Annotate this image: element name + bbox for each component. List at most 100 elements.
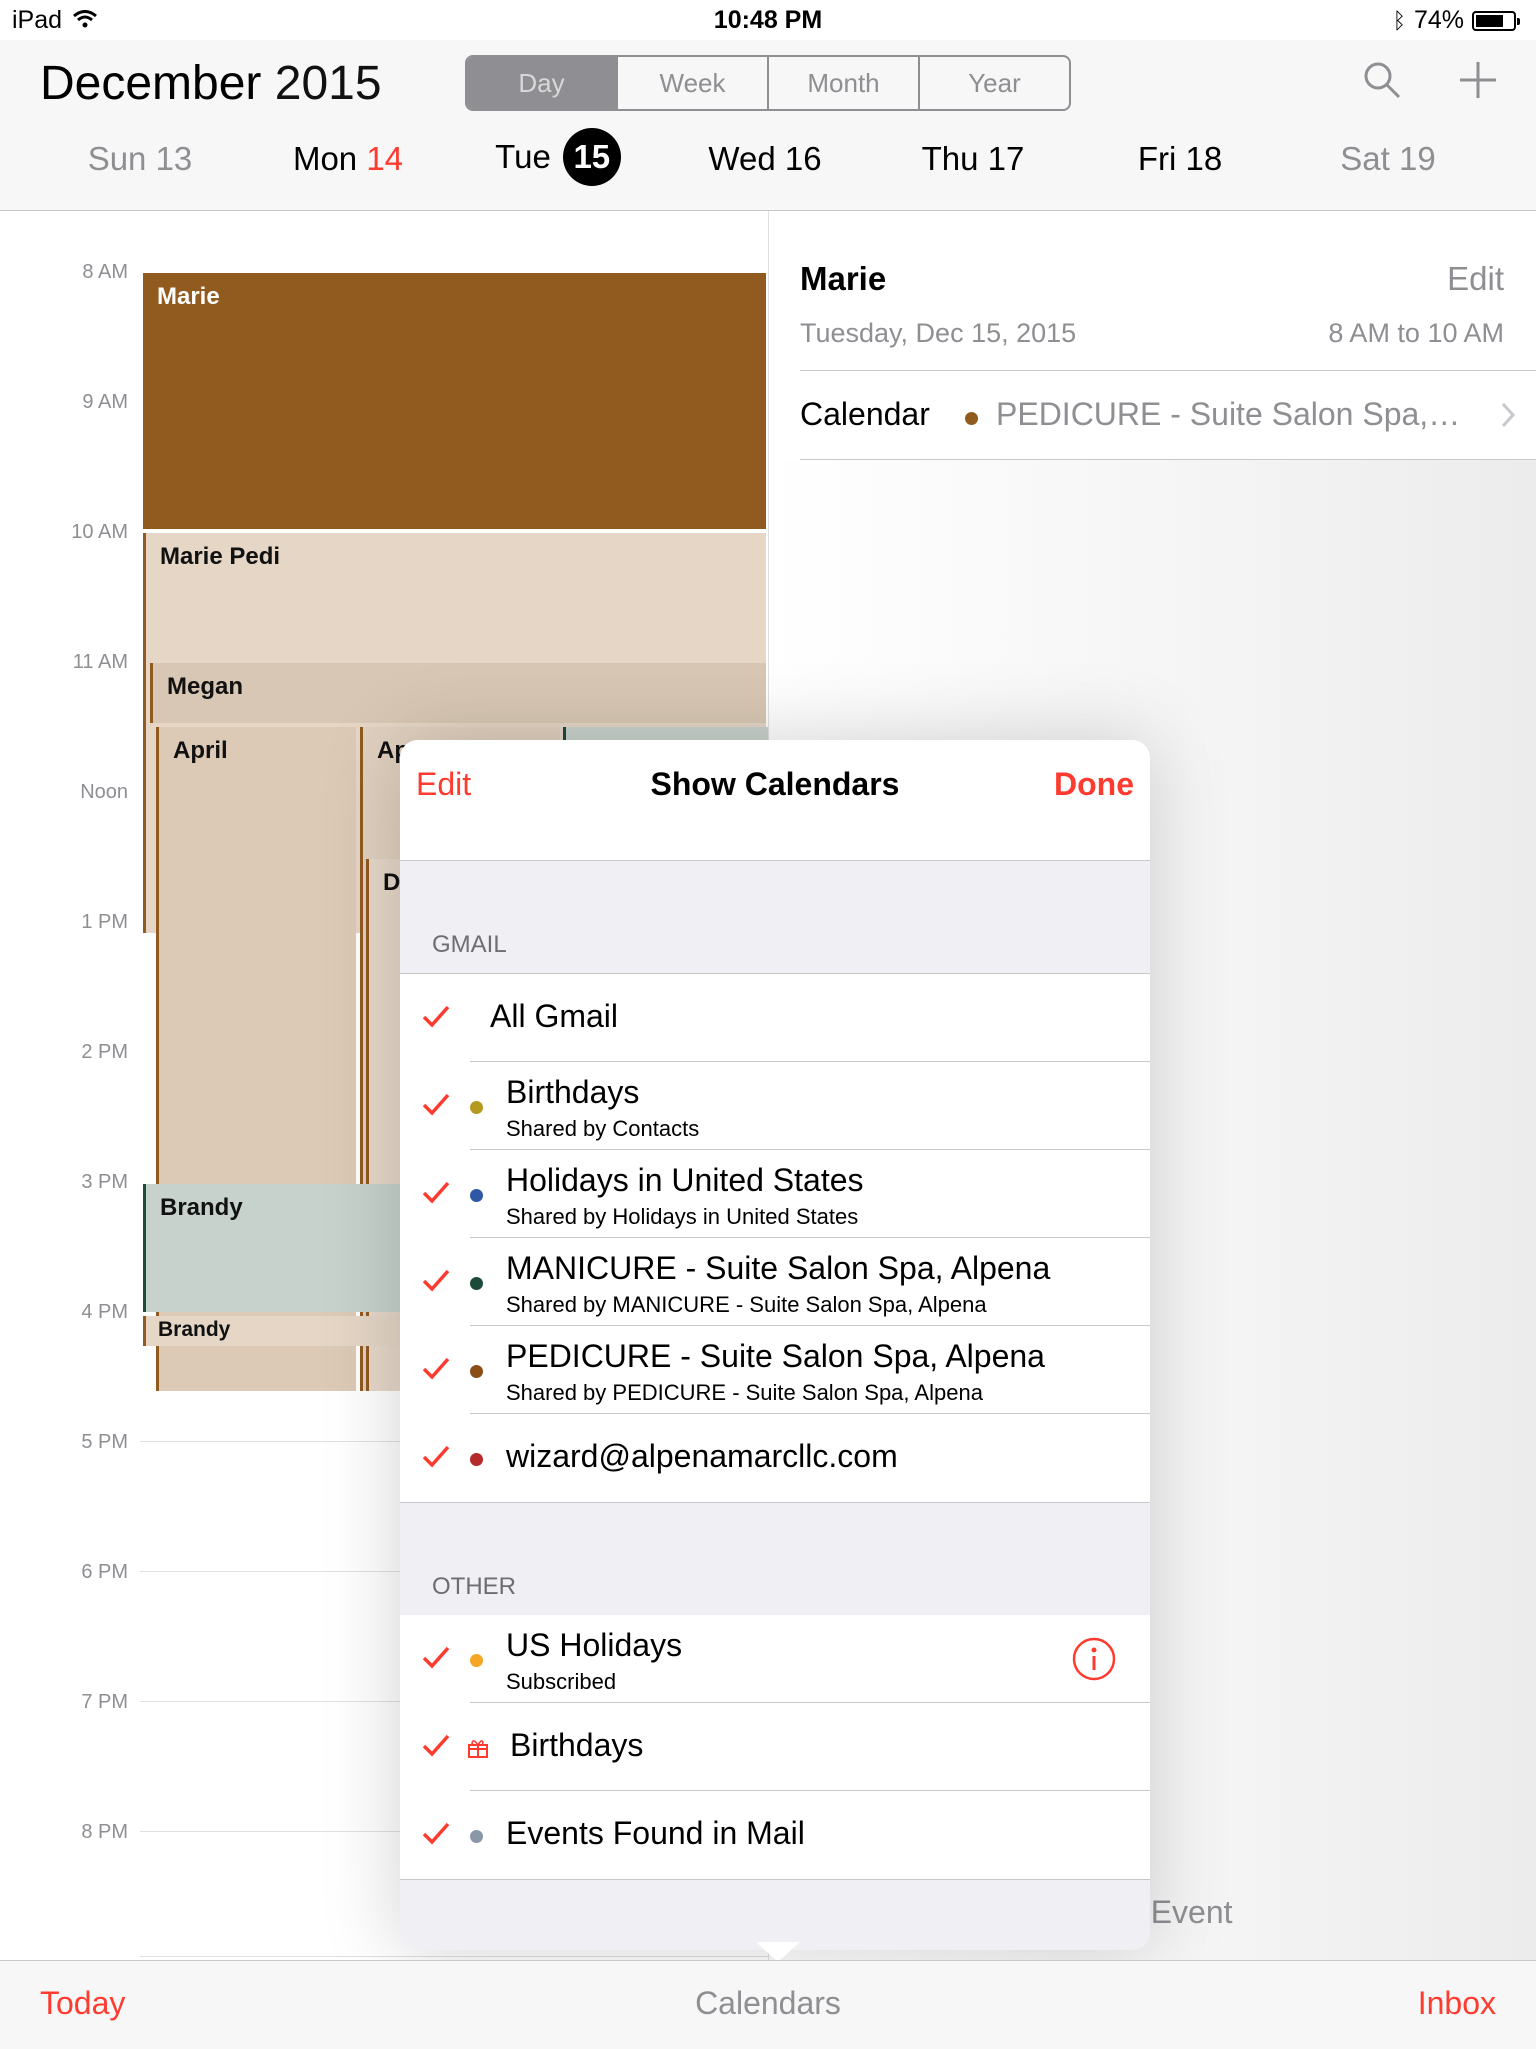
edit-event-button[interactable]: Edit bbox=[1447, 260, 1504, 298]
divider bbox=[800, 459, 1536, 460]
hour-label: 4 PM bbox=[81, 1301, 128, 1323]
info-icon[interactable] bbox=[1072, 1637, 1116, 1681]
status-time: 10:48 PM bbox=[713, 6, 823, 34]
day-mon[interactable]: Mon 14 bbox=[268, 140, 428, 178]
popover-footer bbox=[400, 1879, 1150, 1950]
calendar-title: Birthdays bbox=[506, 1074, 640, 1110]
checkmark-icon bbox=[422, 1093, 450, 1116]
checkmark-icon bbox=[422, 1269, 450, 1292]
calendar-title: All Gmail bbox=[490, 998, 619, 1034]
popover-title: Show Calendars bbox=[650, 766, 900, 802]
calendar-row-holidays[interactable]: Holidays in United States Shared by Holi… bbox=[400, 1150, 1150, 1238]
hour-label: 6 PM bbox=[81, 1561, 128, 1583]
month-name: December bbox=[40, 57, 262, 110]
hour-label: 11 AM bbox=[72, 651, 128, 673]
calendar-title: MANICURE - Suite Salon Spa, Alpena bbox=[506, 1250, 1051, 1286]
calendar-row-all-gmail[interactable]: All Gmail bbox=[400, 974, 1150, 1062]
segment-year[interactable]: Year bbox=[918, 57, 1069, 109]
calendar-subtitle: Shared by MANICURE - Suite Salon Spa, Al… bbox=[506, 1292, 987, 1317]
calendar-title: US Holidays bbox=[506, 1627, 683, 1663]
section-label: GMAIL bbox=[432, 931, 507, 958]
calendar-title: Events Found in Mail bbox=[506, 1815, 805, 1851]
section-label: OTHER bbox=[432, 1573, 516, 1600]
calendar-title: Holidays in United States bbox=[506, 1162, 864, 1198]
calendar-row[interactable]: Calendar PEDICURE - Suite Salon Spa,… bbox=[800, 372, 1536, 460]
calendar-color-dot bbox=[470, 1101, 483, 1114]
calendar-row-us-holidays[interactable]: US Holidays Subscribed bbox=[400, 1615, 1150, 1703]
year-label: 2015 bbox=[274, 57, 382, 110]
search-icon[interactable] bbox=[1362, 60, 1402, 100]
detail-title: Marie bbox=[800, 260, 887, 297]
hour-line bbox=[140, 1956, 768, 1957]
calendar-color-dot bbox=[470, 1189, 483, 1202]
bottom-toolbar: Today Calendars Inbox bbox=[0, 1960, 1536, 2049]
calendar-subtitle: Shared by Contacts bbox=[506, 1116, 700, 1141]
checkmark-icon bbox=[422, 1357, 450, 1380]
hour-label: 2 PM bbox=[81, 1041, 128, 1063]
checkmark-icon bbox=[422, 1646, 450, 1669]
calendar-header: December 2015 Day Week Month Year Sun 13… bbox=[0, 40, 1536, 211]
calendar-title: wizard@alpenamarcllc.com bbox=[506, 1438, 898, 1474]
segment-day[interactable]: Day bbox=[467, 57, 616, 109]
calendar-row-pedicure[interactable]: PEDICURE - Suite Salon Spa, Alpena Share… bbox=[400, 1326, 1150, 1414]
hour-label: 3 PM bbox=[81, 1171, 128, 1193]
event-brandy-manicure[interactable]: Brandy bbox=[143, 1184, 403, 1312]
calendar-row-birthdays-other[interactable]: Birthdays bbox=[400, 1703, 1150, 1791]
calendar-color-dot bbox=[470, 1453, 483, 1466]
calendar-row-birthdays[interactable]: Birthdays Shared by Contacts bbox=[400, 1062, 1150, 1150]
calendar-color-dot bbox=[470, 1365, 483, 1378]
checkmark-icon bbox=[422, 1005, 450, 1028]
hour-label: 9 AM bbox=[82, 391, 128, 413]
hour-label: Noon bbox=[80, 781, 128, 803]
hour-label: 1 PM bbox=[81, 911, 128, 933]
status-bar: iPad 10:48 PM ᛒ 74% bbox=[0, 0, 1536, 40]
calendar-subtitle: Shared by Holidays in United States bbox=[506, 1204, 859, 1229]
day-thu[interactable]: Thu 17 bbox=[893, 140, 1053, 178]
calendar-row-manicure[interactable]: MANICURE - Suite Salon Spa, Alpena Share… bbox=[400, 1238, 1150, 1326]
event-megan[interactable]: Megan bbox=[150, 663, 766, 723]
calendar-color-dot bbox=[470, 1277, 483, 1290]
event-brandy-pedicure[interactable]: Brandy bbox=[143, 1316, 403, 1346]
add-icon[interactable] bbox=[1458, 60, 1498, 100]
detail-time: 8 AM to 10 AM bbox=[1328, 318, 1504, 348]
popover-done-button[interactable]: Done bbox=[1054, 766, 1134, 803]
chevron-right-icon bbox=[1501, 402, 1516, 428]
month-title[interactable]: December 2015 bbox=[40, 56, 382, 111]
segment-month[interactable]: Month bbox=[767, 57, 918, 109]
popover-header: Edit Show Calendars Done bbox=[400, 740, 1150, 829]
scrolled-row-remnant bbox=[400, 828, 1150, 861]
segment-week[interactable]: Week bbox=[616, 57, 767, 109]
calendar-title: Birthdays bbox=[510, 1727, 644, 1763]
checkmark-icon bbox=[422, 1445, 450, 1468]
popover-arrow bbox=[756, 1942, 800, 1962]
calendar-title: PEDICURE - Suite Salon Spa, Alpena bbox=[506, 1338, 1045, 1374]
calendar-row-wizard[interactable]: wizard@alpenamarcllc.com bbox=[400, 1414, 1150, 1502]
hour-label: 8 AM bbox=[82, 261, 128, 283]
day-sun[interactable]: Sun 13 bbox=[60, 140, 220, 178]
calendar-subtitle: Shared by PEDICURE - Suite Salon Spa, Al… bbox=[506, 1380, 983, 1405]
week-strip: Sun 13 Mon 14 Tue 15 Wed 16 Thu 17 Fri 18… bbox=[0, 128, 1536, 200]
bluetooth-icon: ᛒ bbox=[1392, 7, 1406, 33]
checkmark-icon bbox=[422, 1181, 450, 1204]
calendar-label: Calendar bbox=[800, 396, 930, 432]
battery-icon bbox=[1472, 10, 1520, 31]
other-section-header: OTHER bbox=[400, 1502, 1150, 1616]
event-marie[interactable]: Marie bbox=[143, 273, 766, 529]
hour-label: 8 PM bbox=[81, 1821, 128, 1843]
day-tue-selected[interactable]: Tue 15 bbox=[478, 128, 638, 186]
inbox-button[interactable]: Inbox bbox=[1418, 1985, 1496, 2022]
view-segmented-control: Day Week Month Year bbox=[465, 55, 1071, 111]
hour-label: 10 AM bbox=[71, 521, 128, 543]
checkmark-icon bbox=[422, 1822, 450, 1845]
gmail-section-header: GMAIL bbox=[400, 861, 1150, 974]
calendars-button[interactable]: Calendars bbox=[0, 1985, 1536, 2022]
hour-label: 5 PM bbox=[81, 1431, 128, 1453]
calendar-value: PEDICURE - Suite Salon Spa,… bbox=[996, 396, 1461, 432]
day-sat[interactable]: Sat 19 bbox=[1308, 140, 1468, 178]
calendar-color-dot bbox=[965, 412, 978, 425]
day-fri[interactable]: Fri 18 bbox=[1100, 140, 1260, 178]
calendar-row-events-found-in-mail[interactable]: Events Found in Mail bbox=[400, 1791, 1150, 1879]
gift-icon bbox=[468, 1740, 488, 1758]
day-wed[interactable]: Wed 16 bbox=[685, 140, 845, 178]
battery-percent: 74% bbox=[1413, 6, 1464, 34]
